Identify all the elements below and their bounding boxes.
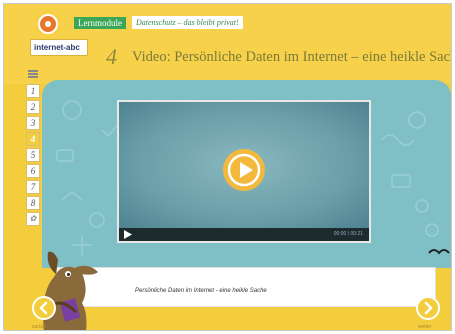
back-label: zurück <box>32 324 47 330</box>
back-button[interactable] <box>32 296 56 320</box>
chevron-left-icon <box>39 301 48 315</box>
page-title: Video: Persönliche Daten im Internet – e… <box>132 49 452 65</box>
control-play-icon[interactable] <box>124 230 132 239</box>
caption-text: Persönliche Daten im Internet - eine hei… <box>135 288 267 294</box>
nav-item-4[interactable]: 4 <box>26 132 40 146</box>
caption-box: Persönliche Daten im Internet - eine hei… <box>56 267 436 307</box>
next-button[interactable] <box>416 296 440 320</box>
video-time: 00:00 / 00:21 <box>333 231 363 237</box>
next-label: weiter <box>418 324 432 330</box>
nav-item-6[interactable]: 6 <box>26 164 40 178</box>
play-button[interactable] <box>223 149 265 191</box>
chapter-nav: 1 2 3 4 5 6 7 8 ✿ <box>26 84 40 228</box>
help-icon[interactable]: ✿ <box>26 212 40 226</box>
nav-item-1[interactable]: 1 <box>26 84 40 98</box>
chevron-right-icon <box>424 301 433 315</box>
module-subtitle: Datenschutz – das bleibt privat! <box>132 16 243 29</box>
nav-item-5[interactable]: 5 <box>26 148 40 162</box>
module-badge: Lernmodule <box>74 17 126 29</box>
nav-item-3[interactable]: 3 <box>26 116 40 130</box>
nav-item-2[interactable]: 2 <box>26 100 40 114</box>
nav-item-7[interactable]: 7 <box>26 180 40 194</box>
video-screen[interactable] <box>119 102 369 228</box>
logo[interactable]: internet-abc <box>30 39 88 56</box>
chapter-number: 4 <box>106 44 117 69</box>
video-player[interactable]: 00:00 / 00:21 <box>117 100 371 243</box>
play-icon <box>227 153 261 187</box>
app-frame: internet-abc Lernmodule Datenschutz – da… <box>3 3 452 331</box>
nav-item-8[interactable]: 8 <box>26 196 40 210</box>
video-controls: 00:00 / 00:21 <box>119 228 369 241</box>
bird-silhouette <box>428 249 450 255</box>
header: internet-abc Lernmodule Datenschutz – da… <box>4 4 451 84</box>
logo-emblem-icon <box>38 14 58 34</box>
menu-icon[interactable] <box>28 70 38 78</box>
